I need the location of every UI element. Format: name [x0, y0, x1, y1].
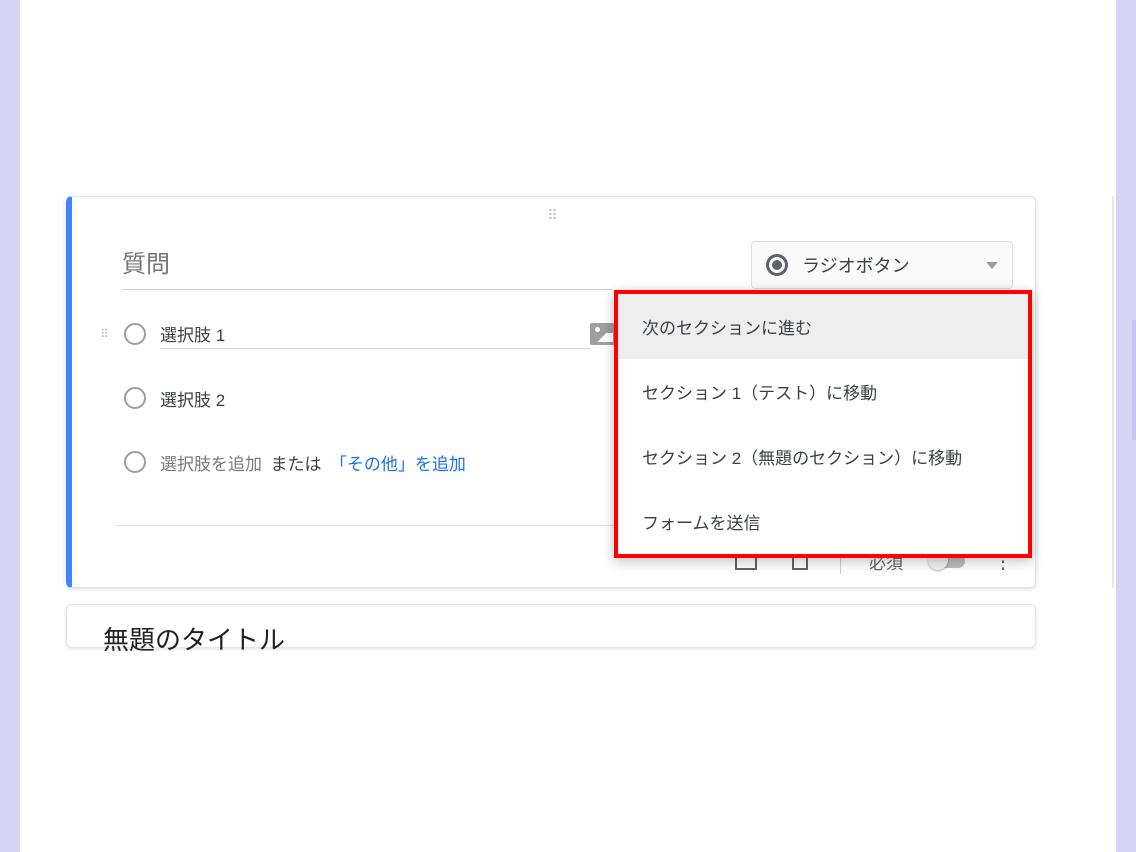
drag-handle-icon[interactable]: ⠿	[547, 207, 559, 224]
option-text-input[interactable]	[160, 320, 590, 349]
add-option-row: ⠿ 選択肢を追加 または 「その他」を追加	[100, 447, 660, 477]
section-navigation-dropdown: 次のセクションに進む セクション 1（テスト）に移動 セクション 2（無題のセク…	[614, 290, 1032, 558]
radio-outline-icon	[124, 387, 146, 409]
scrollbar-hint	[1132, 320, 1136, 440]
radio-outline-icon	[124, 323, 146, 345]
add-other-button[interactable]: 「その他」を追加	[330, 450, 466, 475]
radio-icon	[766, 254, 788, 276]
option-text-input[interactable]	[160, 384, 590, 412]
question-type-select[interactable]: ラジオボタン	[751, 241, 1013, 289]
image-icon[interactable]	[590, 323, 616, 345]
next-section-card[interactable]: 無題のタイトル	[66, 604, 1036, 648]
radio-outline-icon	[124, 451, 146, 473]
dropdown-item-next-section[interactable]: 次のセクションに進む	[618, 294, 1028, 359]
drag-handle-icon[interactable]: ⠿	[100, 327, 118, 341]
option-row: ⠿ ✕	[100, 383, 660, 413]
next-section-title: 無題のタイトル	[103, 620, 285, 657]
or-separator: または	[270, 450, 321, 475]
add-option-button[interactable]: 選択肢を追加	[160, 450, 262, 475]
page-margin-left	[0, 0, 20, 852]
chevron-down-icon	[986, 262, 998, 269]
question-title-row	[122, 251, 612, 290]
dropdown-item-submit-form[interactable]: フォームを送信	[618, 489, 1028, 554]
question-title-input[interactable]	[122, 251, 612, 279]
card-shadow	[1112, 196, 1114, 588]
option-row: ⠿ ✕	[100, 319, 660, 349]
dropdown-item-goto-section-1[interactable]: セクション 1（テスト）に移動	[618, 359, 1028, 424]
dropdown-item-goto-section-2[interactable]: セクション 2（無題のセクション）に移動	[618, 424, 1028, 489]
question-type-label: ラジオボタン	[802, 252, 972, 278]
